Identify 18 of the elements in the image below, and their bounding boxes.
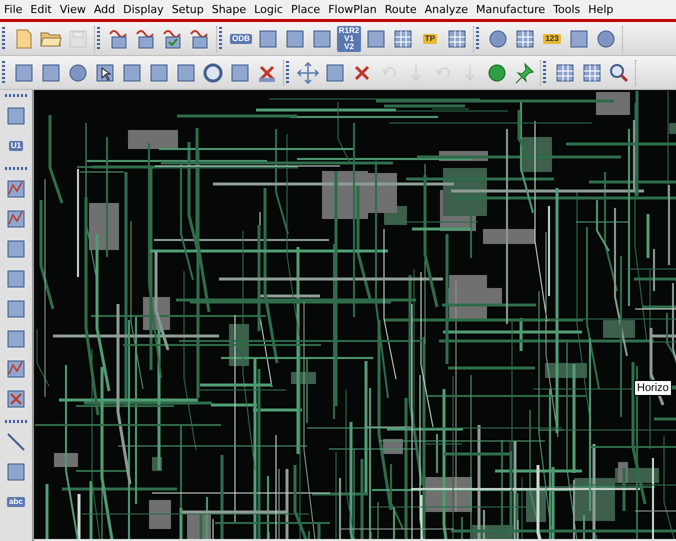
menu-item[interactable]: Add	[90, 3, 120, 16]
menu-item[interactable]: Display	[120, 3, 169, 16]
tooltip: Horizo	[634, 380, 672, 396]
menu-item[interactable]: Manufacture	[473, 3, 550, 16]
menu-item[interactable]: File	[1, 3, 28, 16]
move-icon[interactable]	[296, 60, 320, 86]
menu-item[interactable]: Edit	[27, 3, 57, 16]
menu-item[interactable]: View	[56, 3, 91, 16]
menu-item[interactable]: Analyze	[422, 3, 473, 16]
menu-item[interactable]: Tools	[550, 3, 586, 16]
menu-item[interactable]: Logic	[251, 3, 288, 16]
menu-item[interactable]: Help	[585, 3, 618, 16]
rename-icon[interactable]: R1R2 V1 V2	[337, 26, 361, 52]
menu-item[interactable]: Route	[382, 3, 422, 16]
menu-item[interactable]: Shape	[208, 3, 252, 16]
menu-item[interactable]: FlowPlan	[325, 3, 382, 16]
menu-item[interactable]: Place	[288, 3, 326, 16]
menu-item[interactable]: Setup	[168, 3, 209, 16]
